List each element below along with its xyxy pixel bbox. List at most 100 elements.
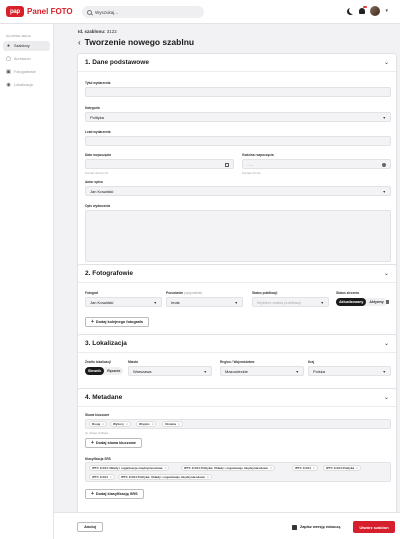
srs-tag[interactable]: IPTC 11014 Polityka ×: [323, 465, 361, 471]
keyword-tag[interactable]: Wybory ×: [110, 421, 131, 427]
plus-icon: +: [91, 440, 94, 446]
keyword-tag[interactable]: Ukraina ×: [162, 421, 183, 427]
description-textarea[interactable]: [85, 210, 391, 262]
metadata-header[interactable]: 4. Metadane ⌄: [78, 389, 396, 407]
pap-logo-badge: pap: [6, 6, 24, 17]
caret-down-icon: ▼: [203, 370, 207, 374]
keyword-tag-label: Ukraina: [165, 422, 177, 426]
close-icon[interactable]: ×: [152, 422, 154, 426]
notification-bell-icon[interactable]: [359, 6, 368, 14]
save-icon: [292, 524, 297, 530]
cancel-button[interactable]: Anuluj: [77, 522, 103, 532]
chevron-down-icon[interactable]: ⌄: [384, 394, 389, 401]
start-time-placeholder: --:--: [247, 161, 254, 167]
close-icon[interactable]: ×: [270, 466, 272, 470]
chevron-down-icon[interactable]: ⌄: [384, 59, 389, 66]
close-icon[interactable]: ×: [102, 422, 104, 426]
category-value: Polityka: [90, 114, 105, 120]
publication-status-select[interactable]: Wybierz status publikacji ▼: [252, 297, 329, 307]
metadata-title: 4. Metadane: [85, 394, 123, 401]
close-icon[interactable]: ×: [207, 475, 209, 479]
start-time-hint: Format: hh:mm: [242, 171, 261, 175]
source-manual-option[interactable]: Ręcznie: [104, 367, 123, 375]
author-label: Autor opisu: [85, 180, 103, 184]
lead-input[interactable]: [85, 136, 391, 146]
sidebar-item-lokalizacja[interactable]: ◉ Lokalizacja: [3, 80, 50, 90]
srs-tag[interactable]: IPTC 11014 Polityka; Układy i organizacj…: [118, 474, 212, 480]
srs-tag[interactable]: IPTC 11014 ×: [89, 474, 115, 480]
basic-data-title: 1. Dane podstawowe: [85, 59, 149, 66]
srs-tag-label: IPTC 11014 Polityka: [326, 466, 355, 470]
city-label: Miasto: [128, 360, 139, 364]
pseudonym-select[interactable]: Imak ▼: [166, 297, 243, 307]
form-footer: Anuluj Zapisz wersję roboczą Utwórz szab…: [54, 512, 400, 539]
start-date-input[interactable]: [85, 159, 234, 169]
close-icon[interactable]: ×: [313, 466, 315, 470]
close-icon[interactable]: ×: [356, 466, 358, 470]
add-keyword-button[interactable]: + Dodaj słowa kluczowe: [85, 438, 143, 448]
status-updated-option[interactable]: Aktualizowany: [336, 298, 367, 306]
search-input[interactable]: Wyszukaj...: [82, 6, 204, 18]
plus-icon: +: [91, 491, 94, 497]
srs-tag[interactable]: IPTC 11014 Polityka; Układy i organizacj…: [181, 465, 275, 471]
status-active-option[interactable]: Aktywny: [366, 298, 386, 306]
dark-mode-icon[interactable]: [349, 7, 356, 14]
avatar[interactable]: [370, 6, 381, 16]
template-id: Id. szablonu: 3122: [78, 29, 117, 34]
photographers-header[interactable]: 2. Fotografowie ⌄: [78, 265, 396, 283]
author-select[interactable]: Jan Kowalski ▼: [85, 186, 391, 196]
pseudonym-label: Pseudonim (opcjonalnie): [166, 291, 202, 295]
add-photographer-button[interactable]: + Dodaj kolejnego fotografa: [85, 317, 149, 327]
close-icon[interactable]: ×: [126, 422, 128, 426]
srs-tag[interactable]: IPTC 11014 Układy i organizacje międzyna…: [89, 465, 170, 471]
location-header[interactable]: 3. Lokalizacja ⌄: [78, 335, 396, 353]
sidebar: GŁÓWNE MENU ● Szablony ▢ Archiwum ▣ Foto…: [0, 24, 54, 539]
plus-icon: +: [91, 319, 94, 325]
region-label: Region / Województwo: [220, 360, 255, 364]
pin-icon: ◉: [6, 82, 11, 88]
basic-data-header[interactable]: 1. Dane podstawowe ⌄: [78, 54, 396, 72]
author-value: Jan Kowalski: [90, 188, 114, 194]
brand-name: Panel FOTO: [27, 7, 73, 16]
calendar-icon[interactable]: [225, 162, 229, 167]
keywords-label: Słowa kluczowe: [85, 413, 110, 417]
chevron-down-icon[interactable]: ▾: [385, 8, 388, 14]
save-draft-button[interactable]: Zapisz wersję roboczą: [292, 522, 340, 532]
add-srs-button[interactable]: + Dodaj klasyfikację SRS: [85, 489, 144, 499]
srs-tag[interactable]: IPTC 11014 ×: [292, 465, 318, 471]
keyword-tag[interactable]: Wojsko ×: [136, 421, 157, 427]
close-icon[interactable]: ×: [110, 475, 112, 479]
chevron-down-icon[interactable]: ⌄: [384, 270, 389, 277]
city-select[interactable]: Warszawa ▼: [128, 366, 212, 376]
keyword-tag[interactable]: Rosja ×: [89, 421, 107, 427]
create-template-button[interactable]: Utwórz szablon: [353, 521, 395, 533]
photographer-select[interactable]: Jan Kowalski ▼: [85, 297, 162, 307]
country-select[interactable]: Polska ▼: [308, 366, 391, 376]
close-icon[interactable]: ×: [178, 422, 180, 426]
location-source-toggle: Słownik Ręcznie: [85, 367, 124, 375]
start-time-input[interactable]: --:--: [242, 159, 391, 169]
srs-input[interactable]: IPTC 11014 Układy i organizacje międzyna…: [85, 462, 391, 482]
camera-icon: ▣: [6, 69, 11, 75]
clock-icon[interactable]: [382, 162, 386, 167]
trash-icon[interactable]: [386, 300, 389, 304]
region-select[interactable]: Mazowieckie ▼: [220, 366, 304, 376]
sidebar-item-fotografowie[interactable]: ▣ Fotografowie: [3, 67, 50, 77]
location-source-label: Źródło lokalizacji: [85, 360, 111, 364]
chevron-down-icon[interactable]: ⌄: [384, 340, 389, 347]
add-keyword-label: Dodaj słowa kluczowe: [95, 441, 137, 445]
pseudonym-hint: (opcjonalnie): [184, 291, 203, 295]
sidebar-item-szablony[interactable]: ● Szablony: [3, 41, 50, 51]
start-date-label: Data rozpoczęcia: [85, 153, 112, 157]
sidebar-item-archiwum[interactable]: ▢ Archiwum: [3, 54, 50, 64]
country-value: Polska: [313, 368, 326, 374]
event-title-input[interactable]: [85, 87, 391, 97]
keywords-input[interactable]: Rosja × Wybory × Wojsko × Ukraina ×: [85, 419, 391, 429]
category-label: Kategoria: [85, 106, 100, 110]
category-select[interactable]: Polityka ▼: [85, 112, 391, 122]
brand-logo[interactable]: pap Panel FOTO: [6, 6, 73, 17]
source-dictionary-option[interactable]: Słownik: [85, 367, 105, 375]
close-icon[interactable]: ×: [165, 466, 167, 470]
city-value: Warszawa: [133, 368, 152, 374]
back-arrow-icon[interactable]: ‹: [78, 38, 81, 47]
